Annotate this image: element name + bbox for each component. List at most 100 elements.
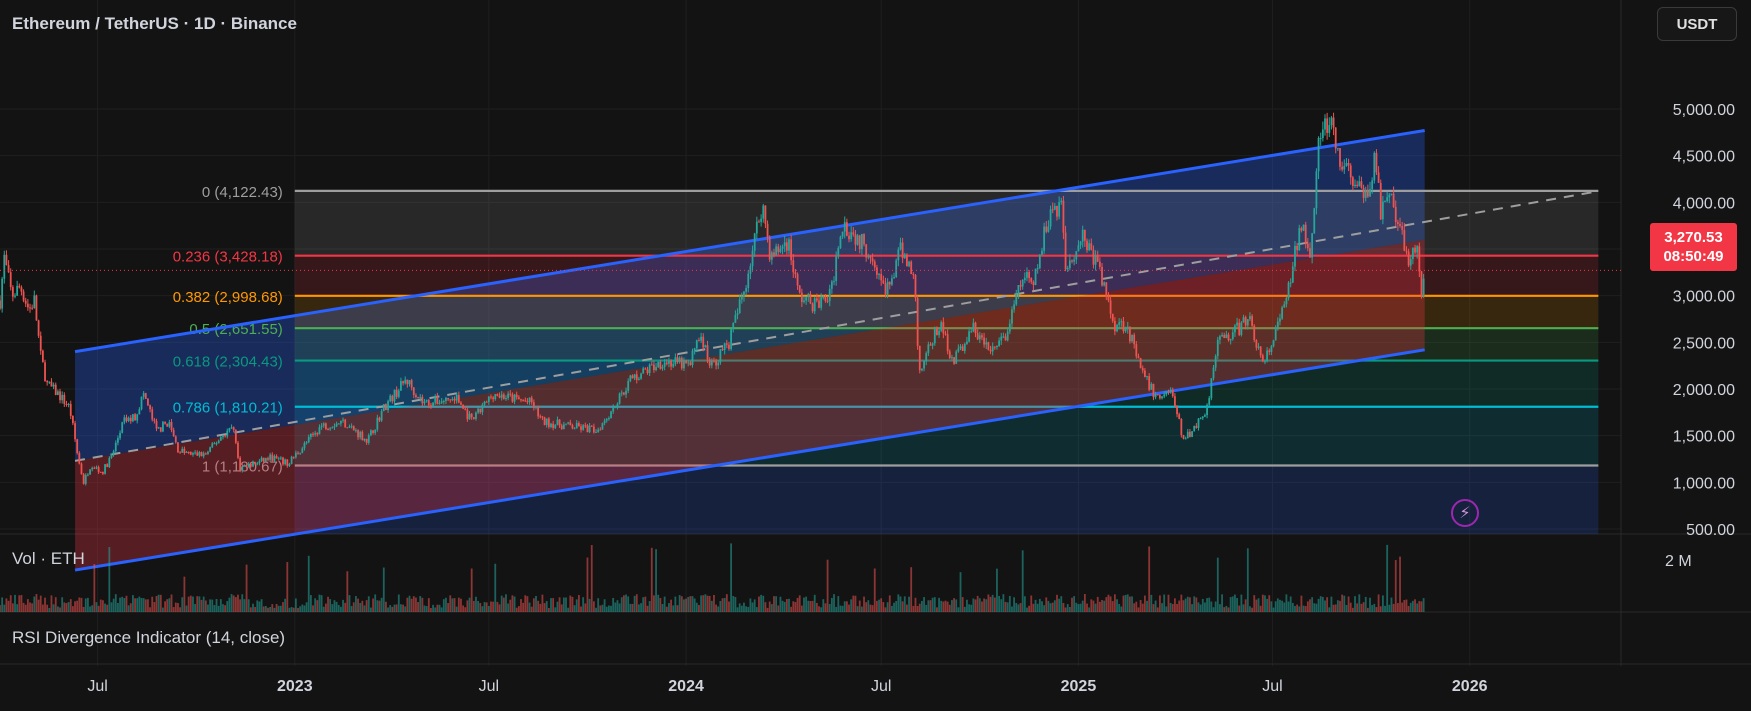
volume-bar bbox=[955, 599, 958, 612]
volume-bar bbox=[698, 605, 700, 612]
volume-bar bbox=[1004, 601, 1007, 612]
rsi-pane-label[interactable]: RSI Divergence Indicator (14, close) bbox=[12, 628, 285, 648]
volume-bar bbox=[185, 605, 188, 612]
volume-bar bbox=[1208, 597, 1211, 612]
volume-bar bbox=[78, 597, 81, 612]
candle-body bbox=[1135, 344, 1138, 357]
candle-body bbox=[1090, 243, 1093, 250]
candle-body bbox=[685, 360, 687, 363]
candle-body bbox=[7, 265, 10, 273]
volume-bar bbox=[706, 595, 709, 612]
volume-bar bbox=[397, 594, 400, 612]
volume-bars[interactable] bbox=[0, 543, 1425, 612]
volume-bar bbox=[1356, 603, 1359, 612]
candle-body bbox=[833, 280, 835, 282]
volume-bar bbox=[970, 604, 973, 612]
candle-body bbox=[1319, 138, 1322, 140]
candle-body bbox=[1131, 334, 1133, 342]
volume-bar bbox=[451, 598, 454, 612]
candle-body bbox=[908, 261, 910, 267]
volume-bar bbox=[921, 600, 923, 612]
candle-body bbox=[852, 232, 855, 235]
trading-chart[interactable]: 0 (4,122.43) 0.236 (3,428.18) 0.382 (2,998… bbox=[0, 0, 1751, 706]
symbol-title[interactable]: Ethereum / TetherUS · 1D · Binance bbox=[12, 14, 297, 34]
candle-body bbox=[1313, 208, 1316, 234]
flash-icon[interactable]: ⚡ bbox=[1451, 499, 1479, 527]
price-axis[interactable]: 5,000.004,500.004,000.003,500.003,000.00… bbox=[1673, 102, 1735, 539]
candle-body bbox=[766, 223, 769, 238]
volume-bar bbox=[213, 605, 216, 612]
candle-body bbox=[1208, 398, 1211, 405]
candle-body bbox=[110, 455, 113, 459]
time-axis[interactable]: Jul 2023 Jul 2024 Jul 2025 Jul 2026 bbox=[87, 678, 1487, 695]
chart-canvas[interactable]: 0 (4,122.43) 0.236 (3,428.18) 0.382 (2,998… bbox=[0, 0, 1751, 706]
candle-body bbox=[479, 408, 482, 413]
volume-pane-label[interactable]: Vol · ETH bbox=[12, 549, 85, 569]
volume-bar bbox=[603, 599, 606, 612]
candle-body bbox=[102, 472, 104, 474]
volume-bar bbox=[873, 568, 876, 612]
volume-bar bbox=[582, 597, 585, 612]
volume-bar bbox=[1171, 604, 1174, 612]
volume-bar bbox=[668, 603, 670, 612]
candle-body bbox=[918, 345, 921, 371]
candle-body bbox=[219, 437, 222, 441]
candle-body bbox=[445, 398, 447, 401]
volume-bar bbox=[554, 607, 557, 612]
volume-bar bbox=[1219, 604, 1221, 612]
volume-bar bbox=[623, 595, 625, 612]
volume-bar bbox=[436, 604, 439, 612]
candle-body bbox=[1034, 268, 1037, 286]
candle-body bbox=[1064, 232, 1067, 270]
candle-body bbox=[856, 235, 859, 245]
volume-bar bbox=[1399, 556, 1401, 612]
candle-body bbox=[749, 266, 752, 274]
volume-bar bbox=[1143, 595, 1146, 612]
volume-bar bbox=[1354, 596, 1356, 612]
volume-bar bbox=[839, 605, 842, 612]
candle-body bbox=[646, 369, 649, 374]
candle-body bbox=[406, 379, 409, 385]
volume-bar bbox=[123, 598, 126, 612]
volume-bar bbox=[745, 606, 748, 612]
candle-body bbox=[704, 345, 707, 348]
volume-bar bbox=[1381, 595, 1384, 612]
candle-body bbox=[5, 254, 8, 266]
volume-bar bbox=[678, 595, 681, 612]
volume-bar bbox=[119, 597, 121, 612]
candle-body bbox=[535, 406, 537, 408]
volume-bar bbox=[1139, 599, 1142, 612]
volume-bar bbox=[284, 598, 287, 612]
volume-bar bbox=[1019, 602, 1022, 612]
candle-body bbox=[237, 442, 239, 458]
candle-body bbox=[880, 273, 883, 281]
volume-bar bbox=[470, 568, 473, 612]
volume-bar bbox=[1077, 604, 1080, 612]
candle-body bbox=[702, 336, 705, 348]
candle-body bbox=[933, 328, 936, 344]
volume-bar bbox=[708, 595, 711, 612]
volume-bar bbox=[891, 605, 893, 612]
volume-bar bbox=[1336, 600, 1339, 612]
candle-body bbox=[157, 427, 160, 429]
candle-body bbox=[897, 249, 900, 261]
volume-bar bbox=[67, 602, 70, 612]
volume-bar bbox=[1373, 603, 1376, 612]
volume-bar bbox=[262, 606, 265, 612]
candle-body bbox=[427, 400, 430, 406]
candle-body bbox=[678, 357, 681, 363]
candle-body bbox=[391, 395, 394, 402]
candle-body bbox=[50, 381, 53, 387]
currency-button[interactable]: USDT bbox=[1657, 7, 1737, 41]
candle-body bbox=[1139, 358, 1142, 369]
volume-bar bbox=[931, 597, 934, 612]
candle-body bbox=[539, 416, 542, 418]
candle-body bbox=[498, 395, 501, 398]
volume-bar bbox=[204, 600, 207, 612]
volume-bar bbox=[110, 602, 113, 612]
volume-bar bbox=[936, 607, 938, 612]
candle-body bbox=[865, 244, 868, 258]
candle-body bbox=[625, 390, 627, 395]
candle-body bbox=[1279, 318, 1281, 322]
candle-body bbox=[1306, 243, 1309, 249]
